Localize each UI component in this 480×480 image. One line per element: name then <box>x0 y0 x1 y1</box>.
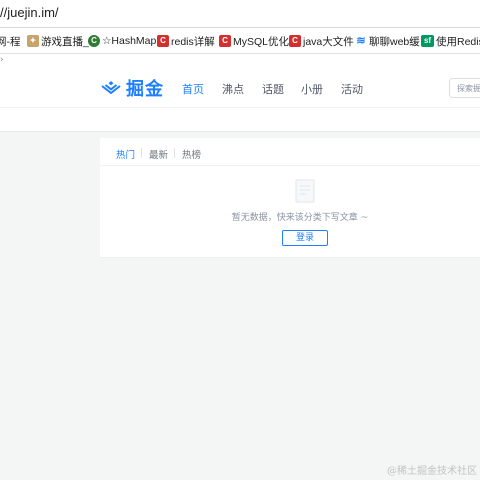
search-input[interactable]: 探索掘金 <box>449 78 480 98</box>
empty-state-text: 暂无数据，快来该分类下写文章 ~ <box>231 213 369 223</box>
bookmark-8[interactable]: sf 使用Redis <box>421 33 480 49</box>
bookmark-7[interactable]: ≋ 聊聊web缓 <box>355 33 420 49</box>
bookmarks-bar: 网-程 ✦ 游戏直播_ C ☆HashMap C redis详解 C MySQL… <box>0 28 480 54</box>
bookmark-label: 游戏直播_ <box>41 35 89 48</box>
site-header: 掘金 首页 沸点 话题 小册 活动 探索掘金 <box>0 68 480 108</box>
tab-divider <box>174 148 175 158</box>
bookmark-4[interactable]: C redis详解 <box>157 33 215 49</box>
c-icon: C <box>88 35 100 47</box>
watermark: @稀土掘金技术社区 <box>387 466 477 477</box>
juejin-icon: ≋ <box>356 35 366 47</box>
bookmark-6[interactable]: C java大文件 <box>289 33 354 49</box>
c-icon: C <box>289 35 301 47</box>
login-button[interactable]: 登录 <box>282 230 328 246</box>
address-bar[interactable]: //juejin.im/ <box>0 0 480 28</box>
empty-document-icon <box>295 179 315 203</box>
tab-divider <box>141 148 142 158</box>
nav-home[interactable]: 首页 <box>182 81 204 97</box>
nav-books[interactable]: 小册 <box>301 81 323 97</box>
nav-events[interactable]: 活动 <box>341 81 363 97</box>
url-text[interactable]: //juejin.im/ <box>0 5 59 20</box>
feed-card: 热门 最新 热榜 暂无数据，快来该分类下写文章 ~ 登录 <box>100 138 480 258</box>
bookmark-label: MySQL优化 <box>233 35 290 48</box>
bookmark-1[interactable]: 网-程 <box>0 33 21 49</box>
bookmark-label: 使用Redis <box>436 35 480 48</box>
tab-latest[interactable]: 最新 <box>149 147 168 161</box>
logo-text: 掘金 <box>126 79 164 100</box>
bookmark-3[interactable]: C ☆HashMap <box>88 33 156 49</box>
bookmark-5[interactable]: C MySQL优化 <box>219 33 289 49</box>
bookmark-label: ☆HashMap <box>102 35 157 47</box>
c-icon: C <box>157 35 169 47</box>
overflow-arrow-icon[interactable]: › <box>0 55 4 65</box>
nav-pins[interactable]: 沸点 <box>222 81 244 97</box>
bookmark-label: 网-程 <box>0 35 21 48</box>
bookmark-2[interactable]: ✦ 游戏直播_ <box>27 33 89 49</box>
bookmark-label: 聊聊web缓 <box>369 35 420 48</box>
sf-icon: sf <box>421 35 434 47</box>
category-bar <box>0 108 480 132</box>
bookmark-label: java大文件 <box>303 35 354 48</box>
nav-topics[interactable]: 话题 <box>262 81 284 97</box>
bookmark-favicon-icon: ✦ <box>27 35 39 47</box>
c-icon: C <box>219 35 231 47</box>
bookmarks-overflow-row: › <box>0 54 480 68</box>
juejin-logo-icon <box>101 81 121 95</box>
site-logo[interactable]: 掘金 <box>100 77 164 100</box>
feed-tabs: 热门 最新 热榜 <box>100 138 480 166</box>
bookmark-label: redis详解 <box>171 35 215 48</box>
tab-hot[interactable]: 热门 <box>116 147 135 161</box>
tab-ranking[interactable]: 热榜 <box>182 147 201 161</box>
